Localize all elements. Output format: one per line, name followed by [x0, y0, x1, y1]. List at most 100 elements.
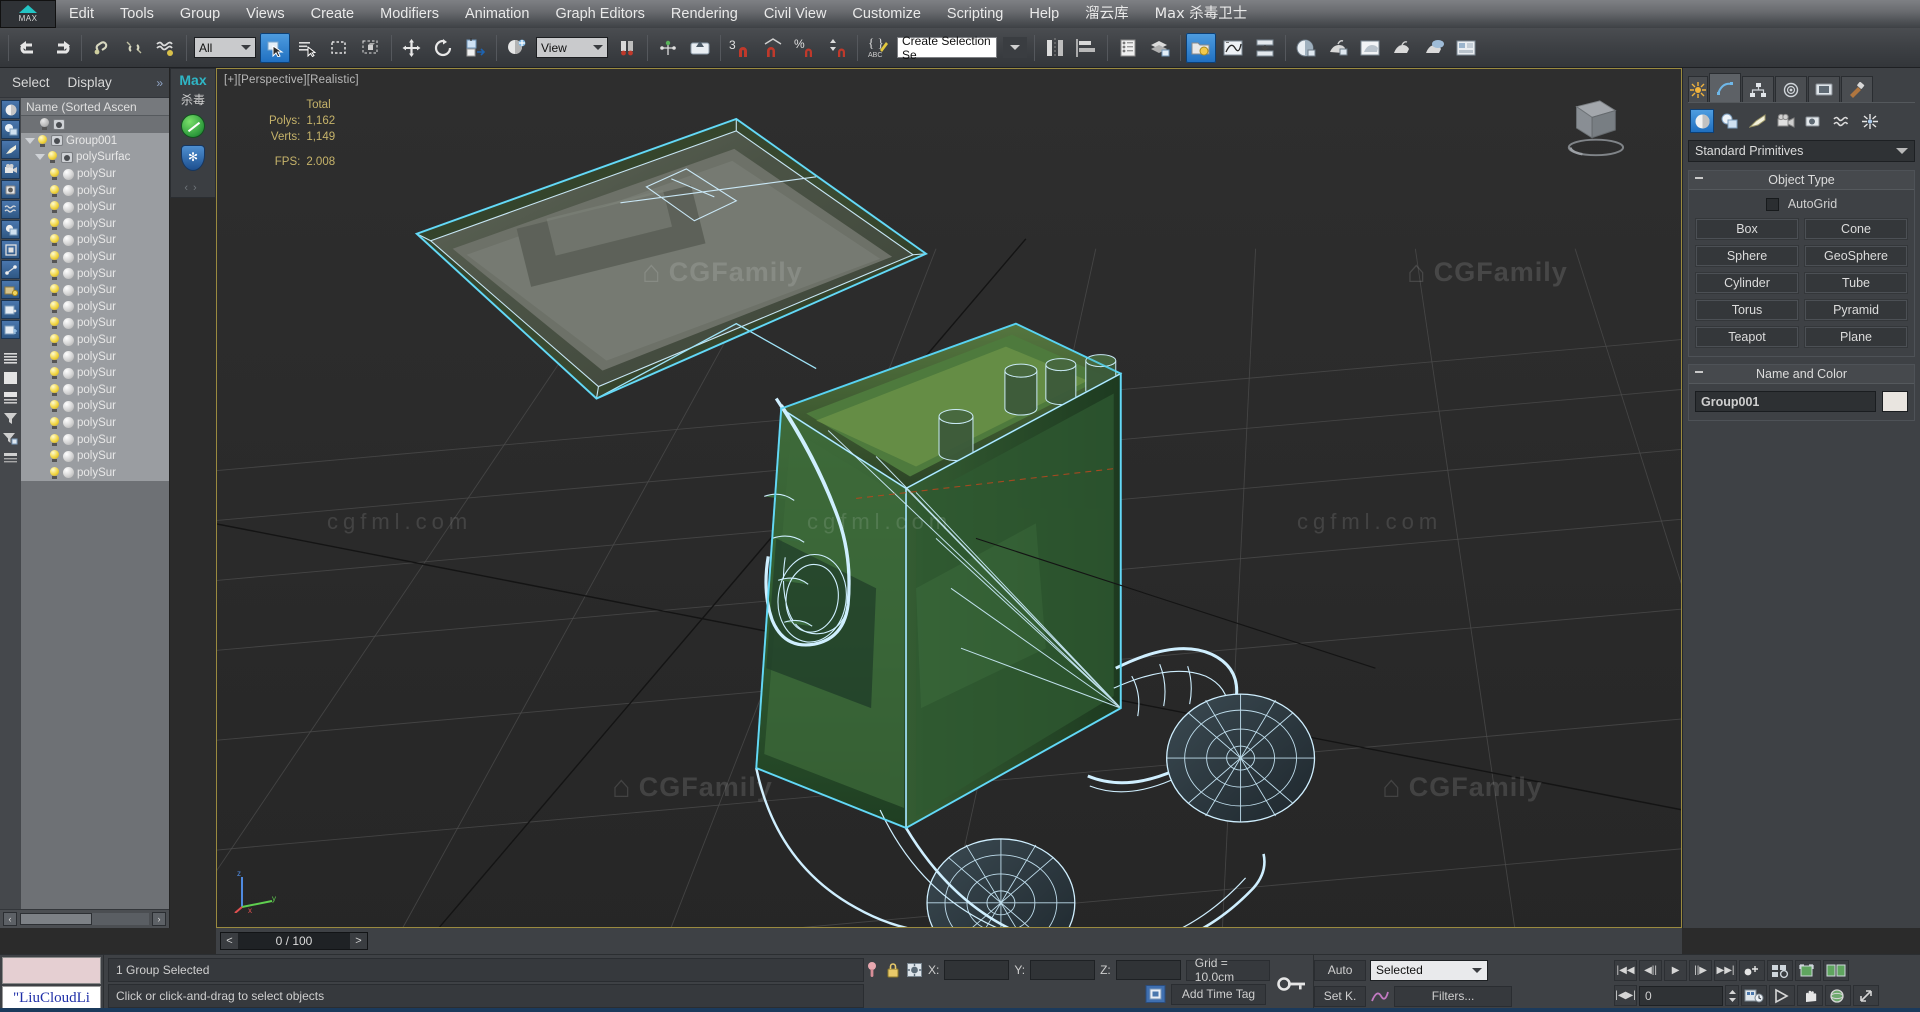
schematic-view-icon[interactable]: [1250, 33, 1280, 63]
view-cube[interactable]: [1555, 97, 1633, 161]
list-item[interactable]: polySur: [21, 182, 169, 199]
filter-geometry-icon[interactable]: [1, 100, 20, 119]
list-item[interactable]: polySur: [21, 464, 169, 482]
key-mode-icon[interactable]: [1739, 960, 1766, 981]
orbit-icon[interactable]: [1825, 985, 1852, 1006]
motion-tab[interactable]: [1775, 76, 1807, 102]
maximize-viewport-toggle-icon[interactable]: [1853, 985, 1880, 1006]
play-animation-icon[interactable]: ▶: [1664, 960, 1688, 981]
list-item[interactable]: polySur: [21, 232, 169, 249]
light-bulb-icon[interactable]: [49, 234, 60, 247]
next-frame-icon[interactable]: ||▶: [1689, 960, 1713, 981]
filter-containers-icon[interactable]: [1, 280, 20, 299]
frame-spinner[interactable]: [1725, 985, 1740, 1006]
filter-funnel-icon[interactable]: [1, 408, 20, 427]
edit-named-selection-sets-icon[interactable]: { } ABC: [863, 33, 893, 63]
menu-rendering[interactable]: Rendering: [658, 0, 751, 28]
scrollbar-thumb[interactable]: [20, 913, 93, 925]
filter-groups-icon[interactable]: [1, 220, 20, 239]
named-selection-dropdown[interactable]: [1003, 37, 1027, 58]
previous-frame-icon[interactable]: ◀||: [1639, 960, 1663, 981]
menu-animation[interactable]: Animation: [452, 0, 542, 28]
systems-icon[interactable]: [1858, 109, 1882, 133]
light-bulb-icon[interactable]: [49, 317, 60, 330]
render-production-icon[interactable]: [1387, 33, 1417, 63]
list-item[interactable]: Group001: [21, 132, 169, 150]
selection-filter-combo[interactable]: All: [194, 37, 256, 58]
mirror-icon[interactable]: [1040, 33, 1070, 63]
light-bulb-icon[interactable]: [49, 433, 60, 446]
select-and-link-icon[interactable]: [87, 33, 117, 63]
snaps-use-axis-constraints-icon[interactable]: [685, 33, 715, 63]
list-item[interactable]: polySur: [21, 315, 169, 332]
isolate-selection-icon[interactable]: [864, 961, 880, 979]
light-bulb-icon[interactable]: [49, 267, 60, 280]
display-blank-icon[interactable]: [1, 368, 20, 387]
menu-group[interactable]: Group: [167, 0, 233, 28]
list-item[interactable]: polySur: [21, 198, 169, 216]
menu-graph-editors[interactable]: Graph Editors: [542, 0, 657, 28]
list-item[interactable]: polySur: [21, 431, 169, 448]
window-crossing-toggle-icon[interactable]: [356, 33, 386, 63]
teapot-button[interactable]: Teapot: [1695, 326, 1799, 348]
light-bulb-icon[interactable]: [37, 134, 48, 147]
go-to-start-icon[interactable]: |◀◀: [1614, 960, 1638, 981]
spinner-snap-toggle-icon[interactable]: [822, 33, 852, 63]
light-bulb-icon[interactable]: [49, 184, 60, 197]
object-name-input[interactable]: Group001: [1695, 391, 1876, 412]
go-to-end-icon[interactable]: ▶▶|: [1714, 960, 1738, 981]
display-all-icon[interactable]: [1, 348, 20, 367]
expand-triangle-icon[interactable]: [25, 137, 35, 144]
time-tag-icon[interactable]: [1145, 984, 1166, 1004]
autogrid-checkbox[interactable]: [1765, 197, 1779, 211]
helpers-icon[interactable]: [1802, 109, 1826, 133]
scrollbar-track[interactable]: [20, 913, 149, 925]
scene-explorer-horizontal-scrollbar[interactable]: ‹ ›: [0, 909, 169, 928]
light-bulb-icon[interactable]: [49, 217, 60, 230]
list-item[interactable]: [21, 116, 169, 133]
menu-views[interactable]: Views: [233, 0, 297, 28]
select-and-manipulate-icon[interactable]: [653, 33, 683, 63]
menu-help[interactable]: Help: [1016, 0, 1072, 28]
listener-input-area[interactable]: [2, 957, 101, 984]
menu-tools[interactable]: Tools: [107, 0, 167, 28]
material-editor-icon[interactable]: [1291, 33, 1321, 63]
filters-button[interactable]: Filters...: [1394, 985, 1513, 1007]
box-button[interactable]: Box: [1695, 218, 1799, 240]
select-and-move-icon[interactable]: [397, 33, 427, 63]
add-time-tag-button[interactable]: Add Time Tag: [1170, 983, 1267, 1005]
list-item[interactable]: polySur: [21, 398, 169, 415]
display-list-icon[interactable]: [1, 448, 20, 467]
object-type-header[interactable]: Object Type: [1689, 171, 1914, 190]
open-project-folder-icon[interactable]: [1451, 33, 1481, 63]
zoom-extents-icon[interactable]: [1795, 960, 1822, 981]
time-configuration-icon[interactable]: [1741, 985, 1768, 1006]
antivirus-nav-arrows[interactable]: ‹›: [184, 182, 201, 194]
list-item[interactable]: polySur: [21, 165, 169, 183]
space-warps-icon[interactable]: [1830, 109, 1854, 133]
lights-icon[interactable]: [1746, 109, 1770, 133]
scene-explorer-menu-select[interactable]: Select: [12, 75, 50, 90]
geosphere-button[interactable]: GeoSphere: [1804, 245, 1908, 267]
list-item[interactable]: polySur: [21, 215, 169, 233]
cameras-icon[interactable]: [1774, 109, 1798, 133]
light-bulb-icon[interactable]: [49, 416, 60, 429]
filter-bones-icon[interactable]: [1, 260, 20, 279]
light-bulb-icon[interactable]: [39, 118, 50, 131]
time-slider-box[interactable]: < 0 / 100 >: [220, 932, 368, 950]
filter-shapes-icon[interactable]: [1, 120, 20, 139]
set-key-button[interactable]: Set K.: [1314, 985, 1367, 1007]
rectangular-selection-region-icon[interactable]: [324, 33, 354, 63]
next-frame-icon[interactable]: >: [350, 933, 367, 949]
light-bulb-icon[interactable]: [49, 251, 60, 264]
sphere-button[interactable]: Sphere: [1695, 245, 1799, 267]
parameter-curve-out-of-range-icon[interactable]: [1370, 987, 1390, 1005]
time-slider[interactable]: < 0 / 100 >: [216, 928, 1682, 954]
prev-frame-icon[interactable]: <: [221, 933, 238, 949]
list-item[interactable]: polySur: [21, 414, 169, 432]
shield-scan-icon[interactable]: [181, 114, 205, 138]
key-filter-combo[interactable]: Selected: [1370, 959, 1489, 981]
align-icon[interactable]: [1072, 33, 1102, 63]
select-object-icon[interactable]: [260, 32, 290, 63]
named-selection-set-field[interactable]: Create Selection Se: [897, 34, 997, 62]
